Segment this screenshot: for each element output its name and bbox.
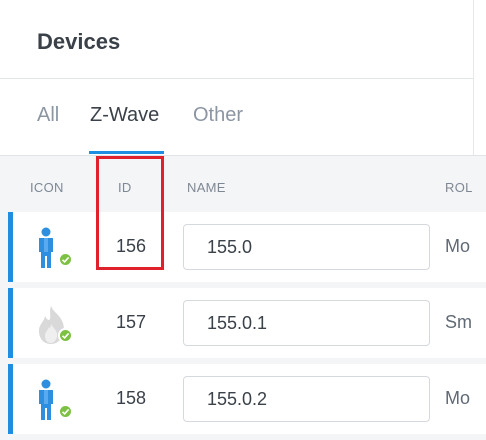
device-id: 158 (116, 388, 147, 408)
status-ok-icon (58, 404, 73, 419)
fire-icon (36, 302, 76, 346)
page-header: Devices (0, 0, 474, 79)
row-accent-bar (8, 364, 13, 434)
tab-other[interactable]: Other (193, 104, 243, 127)
person-icon (36, 378, 76, 422)
status-ok-icon (58, 252, 73, 267)
column-header-name[interactable]: NAME (187, 180, 226, 195)
page-title: Devices (37, 29, 121, 54)
device-role: Sm (445, 312, 472, 332)
device-role: Mo (445, 388, 471, 408)
device-role: Mo (445, 236, 471, 256)
device-name-input[interactable] (183, 300, 430, 346)
status-ok-icon (58, 328, 73, 343)
table-row[interactable]: 156 Mo (8, 212, 486, 282)
id-column-highlight (96, 156, 164, 270)
device-id: 157 (116, 312, 147, 332)
row-accent-bar (8, 288, 13, 358)
row-accent-bar (8, 212, 13, 282)
column-header-role[interactable]: ROL (445, 180, 473, 195)
table-row[interactable]: 157 Sm (8, 288, 486, 358)
person-icon (36, 226, 76, 270)
tab-all[interactable]: All (37, 104, 59, 127)
device-tabs: All Z-Wave Other (0, 79, 474, 155)
column-header-icon[interactable]: ICON (30, 180, 64, 195)
device-name-input[interactable] (183, 224, 430, 270)
active-tab-indicator (89, 151, 164, 154)
table-row[interactable]: 158 Mo (8, 364, 486, 434)
device-name-input[interactable] (183, 376, 430, 422)
devices-table: ICON ID NAME ROL 156 Mo (0, 155, 486, 440)
tab-z-wave[interactable]: Z-Wave (90, 104, 159, 127)
